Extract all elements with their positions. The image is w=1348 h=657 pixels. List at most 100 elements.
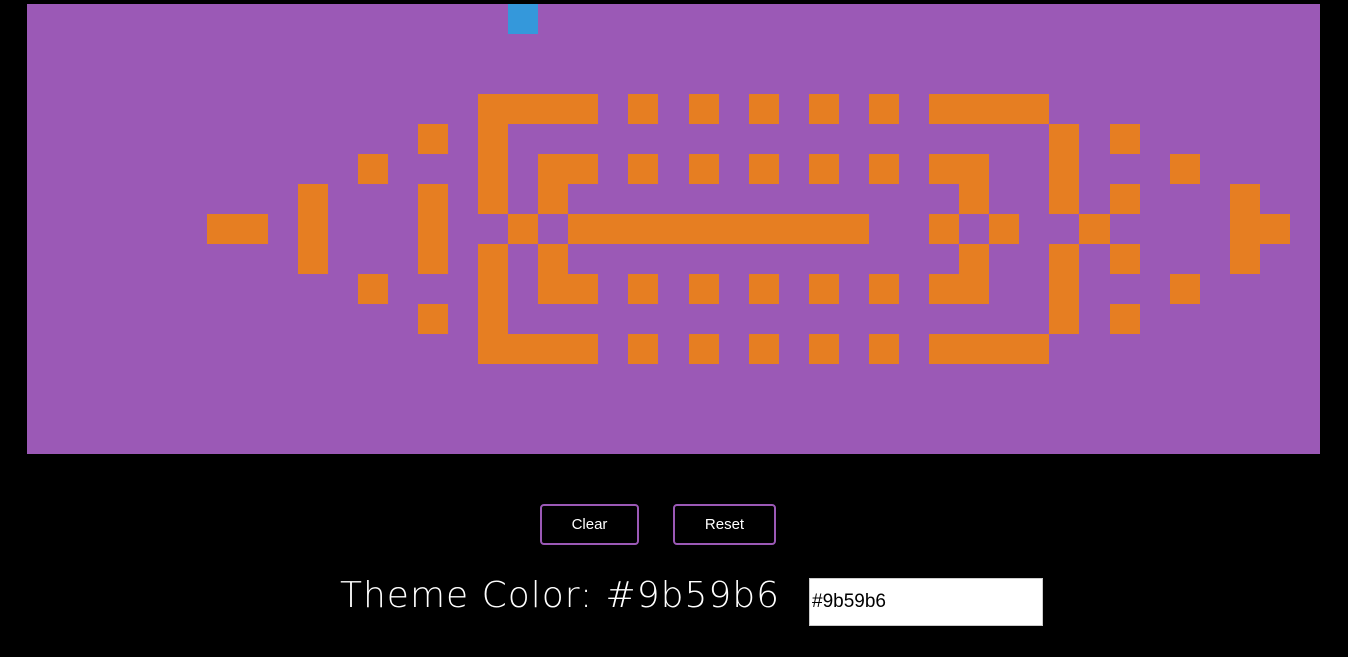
grid-cell-on[interactable] — [478, 304, 509, 334]
grid-cell-on[interactable] — [688, 154, 719, 184]
grid-cell-on[interactable] — [748, 154, 779, 184]
grid-cell-on[interactable] — [1109, 184, 1140, 214]
grid-cell-on[interactable] — [568, 334, 599, 364]
grid-cell-on[interactable] — [478, 334, 509, 364]
grid-cell-on[interactable] — [808, 94, 839, 124]
grid-cell-on[interactable] — [628, 214, 659, 244]
grid-cell-on[interactable] — [959, 244, 990, 274]
grid-cell-on[interactable] — [808, 274, 839, 304]
grid-cell-on[interactable] — [959, 94, 990, 124]
grid-cell-on[interactable] — [929, 154, 960, 184]
grid-cell-on[interactable] — [1109, 124, 1140, 154]
grid-cell-on[interactable] — [417, 304, 448, 334]
grid-cell-on[interactable] — [237, 214, 268, 244]
grid-cell-on[interactable] — [748, 214, 779, 244]
grid-cell-on[interactable] — [1169, 274, 1200, 304]
grid-cell-on[interactable] — [1019, 334, 1050, 364]
grid-cell-on[interactable] — [868, 274, 900, 304]
grid-cell-on[interactable] — [417, 244, 448, 274]
grid-cell-on[interactable] — [688, 214, 719, 244]
grid-cell-on[interactable] — [688, 334, 719, 364]
grid-cell-on[interactable] — [598, 214, 629, 244]
grid-cell-on[interactable] — [748, 94, 779, 124]
grid-cell-on[interactable] — [538, 274, 569, 304]
grid-cell-on[interactable] — [297, 244, 328, 274]
grid-cell-on[interactable] — [508, 334, 539, 364]
grid-cell-on[interactable] — [628, 274, 659, 304]
grid-cell-on[interactable] — [688, 94, 719, 124]
grid-cell-on[interactable] — [417, 214, 448, 244]
grid-cell-on[interactable] — [478, 94, 509, 124]
grid-cell-on[interactable] — [959, 184, 990, 214]
grid-cell-on[interactable] — [748, 274, 779, 304]
grid-cell-on[interactable] — [959, 154, 990, 184]
grid-cell-on[interactable] — [628, 94, 659, 124]
grid-cell-on[interactable] — [568, 214, 599, 244]
grid-cell-on[interactable] — [538, 334, 569, 364]
grid-cell-on[interactable] — [538, 244, 569, 274]
grid-cell-on[interactable] — [1259, 214, 1290, 244]
grid-cell-on[interactable] — [417, 184, 448, 214]
grid-cell-on[interactable] — [868, 154, 900, 184]
grid-cell-on[interactable] — [688, 274, 719, 304]
grid-cell-on[interactable] — [568, 274, 599, 304]
grid-cell-on[interactable] — [1169, 154, 1200, 184]
grid-cell-on[interactable] — [207, 214, 238, 244]
grid-cell-on[interactable] — [357, 154, 388, 184]
grid-cell-on[interactable] — [628, 154, 659, 184]
grid-cell-on[interactable] — [959, 274, 990, 304]
clear-button[interactable]: Clear — [540, 504, 639, 545]
grid-cell-on[interactable] — [508, 214, 539, 244]
grid-cell-on[interactable] — [568, 94, 599, 124]
grid-cell-on[interactable] — [1049, 154, 1080, 184]
grid-cell-on[interactable] — [478, 274, 509, 304]
grid-cell-on[interactable] — [868, 94, 900, 124]
grid-cell-on[interactable] — [868, 334, 900, 364]
grid-cell-on[interactable] — [1049, 304, 1080, 334]
reset-button[interactable]: Reset — [673, 504, 776, 545]
cursor-cell[interactable] — [508, 4, 539, 34]
grid-cell-on[interactable] — [989, 334, 1020, 364]
grid-cell-on[interactable] — [297, 184, 328, 214]
theme-color-input[interactable] — [809, 578, 1043, 626]
grid-cell-on[interactable] — [1049, 184, 1080, 214]
grid-cell-on[interactable] — [297, 214, 328, 244]
grid-cell-on[interactable] — [478, 244, 509, 274]
grid-cell-on[interactable] — [989, 94, 1020, 124]
grid-cell-on[interactable] — [959, 334, 990, 364]
grid-cell-on[interactable] — [929, 94, 960, 124]
grid-cell-on[interactable] — [929, 214, 960, 244]
grid-cell-on[interactable] — [357, 274, 388, 304]
grid-cell-on[interactable] — [929, 274, 960, 304]
grid-cell-on[interactable] — [929, 334, 960, 364]
pixel-grid-canvas[interactable] — [27, 4, 1320, 454]
grid-cell-on[interactable] — [1229, 214, 1260, 244]
grid-cell-on[interactable] — [538, 184, 569, 214]
grid-cell-on[interactable] — [417, 124, 448, 154]
grid-cell-on[interactable] — [1049, 274, 1080, 304]
grid-cell-on[interactable] — [1229, 184, 1260, 214]
grid-cell-on[interactable] — [748, 334, 779, 364]
grid-cell-on[interactable] — [808, 334, 839, 364]
grid-cell-on[interactable] — [538, 94, 569, 124]
grid-cell-on[interactable] — [1109, 304, 1140, 334]
grid-cell-on[interactable] — [989, 214, 1020, 244]
grid-cell-on[interactable] — [838, 214, 869, 244]
grid-cell-on[interactable] — [778, 214, 809, 244]
grid-cell-on[interactable] — [478, 184, 509, 214]
grid-cell-on[interactable] — [628, 334, 659, 364]
grid-cell-on[interactable] — [808, 154, 839, 184]
grid-cell-on[interactable] — [1019, 94, 1050, 124]
grid-cell-on[interactable] — [1049, 124, 1080, 154]
grid-cell-on[interactable] — [478, 154, 509, 184]
grid-cell-on[interactable] — [658, 214, 689, 244]
grid-cell-on[interactable] — [1109, 244, 1140, 274]
grid-cell-on[interactable] — [718, 214, 749, 244]
grid-cell-on[interactable] — [478, 124, 509, 154]
grid-cell-on[interactable] — [1229, 244, 1260, 274]
grid-cell-on[interactable] — [1049, 244, 1080, 274]
grid-cell-on[interactable] — [1079, 214, 1110, 244]
grid-cell-on[interactable] — [508, 94, 539, 124]
grid-cell-on[interactable] — [808, 214, 839, 244]
grid-cell-on[interactable] — [568, 154, 599, 184]
